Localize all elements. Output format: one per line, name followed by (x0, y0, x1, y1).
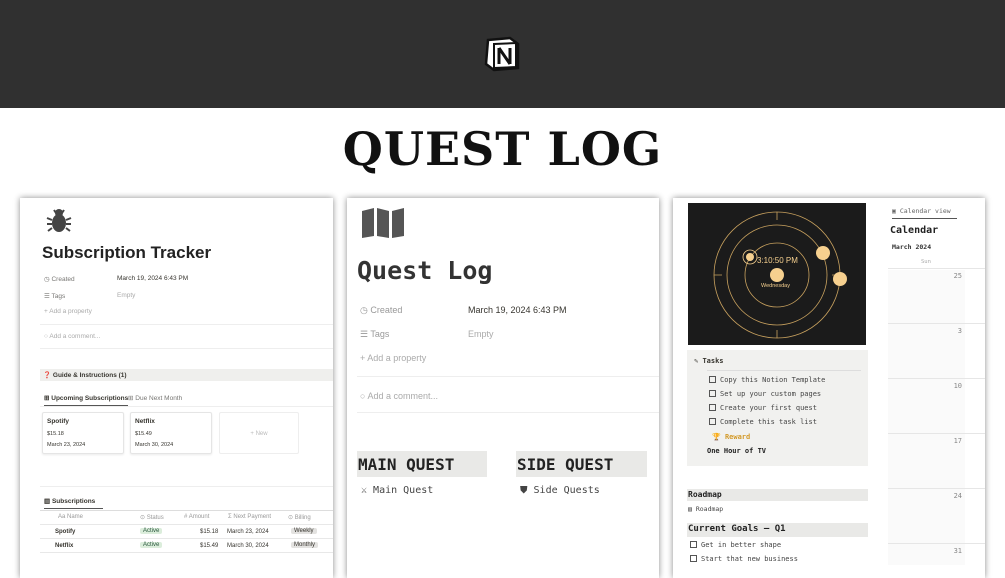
bug-icon (46, 209, 72, 232)
column-header-name[interactable]: Aa Name (58, 514, 83, 520)
column-header-billing[interactable]: ⊙ Billing (288, 514, 311, 521)
billing-badge: Weekly (291, 528, 317, 534)
side-quest-header: SIDE QUEST (516, 451, 647, 477)
tags-value[interactable]: Empty (117, 292, 135, 299)
column-header-amount[interactable]: # Amount (184, 514, 209, 520)
tasks-title: ✎ Tasks (694, 357, 724, 365)
calendar-month: March 2024 (892, 243, 932, 251)
page-title: Quest Log (357, 256, 493, 285)
clock-widget: 3:10:50 PM Wednesday (688, 203, 866, 345)
calendar-date[interactable]: 17 (954, 437, 962, 445)
gallery-card-spotify[interactable]: Spotify $15.18 March 23, 2024 (42, 412, 124, 454)
column-header-next-payment[interactable]: Σ Next Payment (228, 514, 271, 520)
goals-header: Current Goals — Q1 (687, 523, 868, 537)
created-label: ◷ Created (360, 305, 403, 315)
guide-toggle[interactable]: ❓ Guide & Instructions (1) (40, 369, 333, 381)
created-label: ◷ Created (44, 276, 75, 283)
row-next-payment: March 23, 2024 (227, 529, 269, 535)
gallery-card-netflix[interactable]: Netflix $15.49 March 30, 2024 (130, 412, 212, 454)
created-value: March 19, 2024 6:43 PM (468, 305, 567, 315)
row-next-payment: March 30, 2024 (227, 543, 269, 549)
weekday-label: Sun (921, 259, 931, 265)
tab-subscriptions[interactable]: ▥ Subscriptions (44, 497, 104, 509)
task-item[interactable]: Complete this task list (709, 418, 817, 426)
calendar-date[interactable]: 31 (954, 547, 962, 555)
tab-calendar-view[interactable]: ▣ Calendar view (892, 207, 957, 219)
tags-value[interactable]: Empty (468, 329, 494, 339)
task-item[interactable]: Copy this Notion Template (709, 376, 825, 384)
task-item[interactable]: Create your first quest (709, 404, 817, 412)
clock-time: 3:10:50 PM (757, 256, 798, 265)
clock-day: Wednesday (761, 283, 790, 289)
calendar-title: Calendar (890, 225, 939, 236)
add-property-button[interactable]: + Add a property (360, 353, 426, 363)
row-name[interactable]: Spotify (55, 529, 75, 535)
tab-upcoming-subscriptions[interactable]: ⊞ Upcoming Subscriptions (44, 394, 129, 406)
main-quest-link[interactable]: ⚔ Main Quest (361, 485, 433, 496)
notion-logo-icon (484, 36, 520, 72)
roadmap-header: Roadmap (687, 489, 868, 501)
add-comment-input[interactable]: ○ Add a comment... (360, 391, 438, 401)
main-quest-header: MAIN QUEST (357, 451, 487, 477)
row-amount: $15.18 (200, 529, 219, 535)
tags-label: ☰ Tags (44, 293, 66, 300)
row-amount: $15.49 (200, 543, 219, 549)
orbit-clock-icon (713, 211, 847, 339)
calendar-date[interactable]: 25 (954, 272, 962, 280)
tab-due-next-month[interactable]: ⊞ Due Next Month (128, 394, 182, 402)
column-header-status[interactable]: ⊙ Status (140, 514, 164, 521)
goal-item[interactable]: Get in better shape (690, 541, 781, 549)
top-banner (0, 0, 1005, 108)
map-icon (362, 208, 404, 238)
calendar-date[interactable]: 3 (958, 327, 962, 335)
side-quests-link[interactable]: ⛊ Side Quests (520, 485, 600, 496)
calendar-date[interactable]: 10 (954, 382, 962, 390)
page-title: QUEST LOG (342, 122, 663, 176)
task-item[interactable]: Set up your custom pages (709, 390, 821, 398)
subscription-tracker-card: Subscription Tracker ◷ Created March 19,… (20, 198, 333, 578)
page-title: Subscription Tracker (42, 243, 212, 262)
goal-item[interactable]: Start that new business (690, 555, 798, 563)
add-comment-input[interactable]: ○ Add a comment... (44, 333, 100, 340)
reward-value: One Hour of TV (707, 447, 767, 455)
quest-log-card: Quest Log ◷ Created March 19, 2024 6:43 … (347, 198, 659, 578)
created-value: March 19, 2024 6:43 PM (117, 275, 189, 282)
billing-badge: Monthly (291, 542, 319, 548)
status-badge: Active (140, 528, 163, 534)
reward-label: 🏆 Reward (712, 433, 751, 441)
row-name[interactable]: Netflix (55, 543, 73, 549)
add-property-button[interactable]: + Add a property (44, 308, 92, 315)
new-card-button[interactable]: + New (219, 412, 299, 454)
tags-label: ☰ Tags (360, 329, 390, 339)
roadmap-link[interactable]: ▥ Roadmap (688, 505, 723, 513)
status-badge: Active (140, 542, 163, 548)
calendar-date[interactable]: 24 (954, 492, 962, 500)
